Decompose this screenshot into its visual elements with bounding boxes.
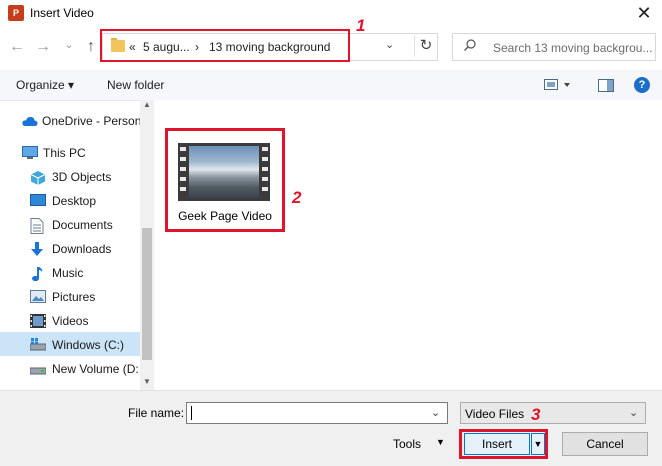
close-button[interactable]: ✕: [630, 2, 658, 24]
view-options-icon[interactable]: [544, 79, 572, 94]
marker-1: 1: [356, 16, 366, 35]
help-icon[interactable]: ?: [634, 77, 650, 93]
sidebar-item-documents[interactable]: Documents: [0, 214, 140, 236]
highlight-box-address: [100, 29, 350, 62]
tools-dropdown-icon[interactable]: ▼: [436, 437, 445, 447]
sidebar-item-label: 3D Objects: [52, 170, 112, 184]
sidebar-item-videos[interactable]: Videos: [0, 310, 140, 332]
file-type-select[interactable]: Video Files ⌄: [460, 402, 646, 424]
recent-locations-icon[interactable]: ⌄: [60, 36, 78, 54]
sidebar-item-label: Music: [52, 266, 84, 280]
sidebar-item-onedrive[interactable]: OneDrive - Person: [0, 110, 142, 132]
text-caret: [191, 406, 192, 420]
sidebar-item-windows-c[interactable]: Windows (C:): [0, 334, 140, 356]
cancel-button[interactable]: Cancel: [562, 432, 648, 456]
sidebar-item-pictures[interactable]: Pictures: [0, 286, 140, 308]
scroll-up-arrow-icon[interactable]: ▲: [141, 100, 153, 114]
highlight-box-insert: [459, 429, 548, 459]
file-type-value: Video Files: [465, 407, 525, 421]
sidebar-item-label: Windows (C:): [52, 338, 125, 352]
sidebar-item-label: Downloads: [52, 242, 112, 256]
scrollbar-thumb[interactable]: [142, 228, 152, 360]
sidebar-item-label: Documents: [52, 218, 113, 232]
marker-3: 3: [531, 405, 541, 424]
file-name-field-label: File name:: [128, 406, 185, 420]
sidebar-item-music[interactable]: Music: [0, 262, 140, 284]
sidebar-item-downloads[interactable]: Downloads: [0, 238, 140, 260]
up-folder-icon[interactable]: ↑: [82, 38, 100, 56]
file-item-video[interactable]: Geek Page Video: [165, 128, 285, 232]
document-icon: [30, 218, 44, 234]
tools-button[interactable]: Tools: [393, 437, 421, 451]
desktop-icon: [30, 194, 46, 208]
chevron-down-icon[interactable]: ⌄: [431, 406, 440, 419]
organize-button[interactable]: Organize ▾: [16, 78, 74, 92]
command-toolbar: Organize ▾ New folder ?: [0, 70, 662, 101]
computer-icon: [22, 146, 38, 160]
file-name-input[interactable]: ⌄: [186, 402, 448, 424]
forward-arrow-icon[interactable]: →: [34, 38, 52, 56]
mountain-image: [189, 146, 259, 198]
sidebar-item-label: This PC: [43, 146, 86, 160]
sidebar-item-desktop[interactable]: Desktop: [0, 190, 140, 212]
chevron-down-icon: ⌄: [629, 407, 639, 419]
cube-icon: [30, 170, 46, 185]
videos-icon: [30, 314, 46, 328]
search-icon: [463, 38, 477, 55]
window-title: Insert Video: [30, 6, 94, 20]
sidebar-item-label: Desktop: [52, 194, 97, 208]
address-dropdown-icon[interactable]: ⌄: [385, 38, 394, 51]
back-arrow-icon[interactable]: ←: [8, 38, 26, 56]
sidebar-item-label: New Volume (D:: [52, 362, 139, 376]
drive-icon: [29, 362, 47, 376]
refresh-icon[interactable]: ↻: [414, 35, 437, 57]
video-thumbnail: [178, 143, 270, 201]
drive-icon: [29, 338, 47, 352]
file-name-label: Geek Page Video: [178, 209, 272, 223]
sidebar-item-this-pc[interactable]: This PC: [0, 142, 140, 164]
preview-pane-icon[interactable]: [598, 79, 614, 95]
sidebar-item-new-volume-d[interactable]: New Volume (D:: [0, 358, 140, 380]
sidebar-item-label: Videos: [52, 314, 89, 328]
music-icon: [30, 266, 44, 282]
title-bar: [0, 0, 662, 28]
sidebar-item-label: Pictures: [52, 290, 96, 304]
sidebar-item-label: OneDrive - Person: [42, 114, 142, 128]
new-folder-button[interactable]: New folder: [107, 78, 164, 92]
scroll-down-arrow-icon[interactable]: ▼: [141, 377, 153, 391]
pictures-icon: [30, 290, 46, 304]
marker-2: 2: [292, 188, 302, 207]
sidebar-item-3d-objects[interactable]: 3D Objects: [0, 166, 140, 188]
search-box[interactable]: Search 13 moving backgrou...: [452, 33, 656, 61]
cloud-icon: [22, 115, 38, 129]
download-icon: [30, 242, 44, 256]
powerpoint-icon: P: [8, 5, 24, 21]
search-placeholder: Search 13 moving backgrou...: [493, 41, 653, 55]
